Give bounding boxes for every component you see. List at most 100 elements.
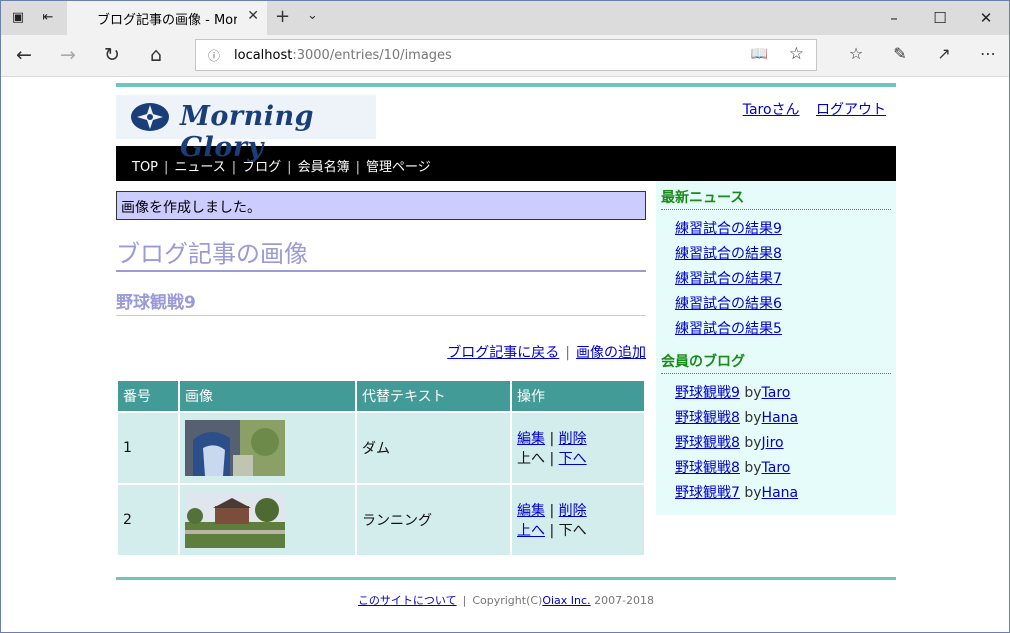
copyright-prefix: Copyright(C) <box>472 594 543 607</box>
list-item: 練習試合の結果9 <box>675 218 891 243</box>
maximize-icon[interactable]: ☐ <box>917 5 963 31</box>
table-header-row: 番号 画像 代替テキスト 操作 <box>116 379 646 413</box>
add-image-link[interactable]: 画像の追加 <box>576 345 646 361</box>
browser-toolbar: ← → ↻ ⌂ ⓘ localhost:3000/entries/10/imag… <box>1 35 1009 77</box>
edit-link[interactable]: 編集 <box>517 503 545 519</box>
close-tab-icon[interactable]: ✕ <box>247 8 259 24</box>
favorite-star-icon[interactable]: ☆ <box>789 44 804 64</box>
member-blogs-heading: 会員のブログ <box>661 351 891 374</box>
about-site-link[interactable]: このサイトについて <box>358 594 457 607</box>
home-icon[interactable]: ⌂ <box>143 44 169 66</box>
url-text[interactable]: localhost:3000/entries/10/images <box>234 48 452 63</box>
row-number: 1 <box>116 411 180 485</box>
actions-cell: 編集 | 削除 上へ | 下へ <box>510 411 646 485</box>
site-logo[interactable]: Morning Glory <box>116 95 376 163</box>
column-header-alt-text: 代替テキスト <box>355 379 512 413</box>
move-up-label: 上へ <box>517 451 545 467</box>
author-link[interactable]: Hana <box>762 485 799 501</box>
table-row: 1 ダム 編集 | 削除 上へ | 下へ <box>116 411 646 485</box>
blog-link[interactable]: 野球観戦9 <box>675 385 740 401</box>
blog-link[interactable]: 野球観戦8 <box>675 410 740 426</box>
actions-cell: 編集 | 削除 上へ | 下へ <box>510 483 646 557</box>
page-container: Morning Glory Taroさん ログアウト TOP | ニュース | ブログ |… <box>116 83 896 607</box>
account-link[interactable]: Taroさん <box>743 102 800 118</box>
browser-tab[interactable]: ブログ記事の画像 - Morn ✕ <box>67 1 267 35</box>
delete-link[interactable]: 削除 <box>559 503 587 519</box>
list-item: 野球観戦8 byTaro <box>675 460 791 476</box>
news-link[interactable]: 練習試合の結果9 <box>675 221 782 237</box>
user-links: Taroさん ログアウト <box>731 99 886 119</box>
image-cell <box>178 411 357 485</box>
list-item: 練習試合の結果5 <box>675 318 891 343</box>
main-content: 画像を作成しました。 ブログ記事の画像 野球観戦9 ブログ記事に戻る | 画像の追加… <box>116 181 646 557</box>
address-bar[interactable]: ⓘ localhost:3000/entries/10/images 📖 ☆ <box>195 39 817 71</box>
alt-text-cell: ランニング <box>355 483 512 557</box>
share-icon[interactable]: ↗ <box>931 44 957 63</box>
refresh-icon[interactable]: ↻ <box>99 44 125 66</box>
more-icon[interactable]: ⋯ <box>975 44 1001 63</box>
column-header-image: 画像 <box>178 379 357 413</box>
site-header: Morning Glory Taroさん ログアウト <box>116 87 896 163</box>
author-link[interactable]: Jiro <box>762 435 784 451</box>
move-down-link[interactable]: 下へ <box>559 451 587 467</box>
move-up-link[interactable]: 上へ <box>517 523 545 539</box>
news-link[interactable]: 練習試合の結果8 <box>675 246 782 262</box>
favorites-list-icon[interactable]: ☆ <box>843 44 869 63</box>
browser-tab-strip: ▣ ⇤ ブログ記事の画像 - Morn ✕ + ⌄ – ☐ ✕ <box>1 1 1009 35</box>
move-down-label: 下へ <box>558 523 587 539</box>
news-link[interactable]: 練習試合の結果6 <box>675 296 782 312</box>
blog-link[interactable]: 野球観戦8 <box>675 460 740 476</box>
tab-actions-icon[interactable]: ▣ <box>7 7 29 29</box>
blog-link[interactable]: 野球観戦7 <box>675 485 740 501</box>
row-number: 2 <box>116 483 180 557</box>
pen-icon[interactable]: ✎ <box>887 44 913 63</box>
news-list: 練習試合の結果9 練習試合の結果8 練習試合の結果7 練習試合の結果6 練習試合… <box>675 218 891 343</box>
column-header-actions: 操作 <box>510 379 646 413</box>
footer-accent-line <box>116 577 896 580</box>
page-actions: ブログ記事に戻る | 画像の追加 <box>447 345 646 361</box>
logo-text: Morning Glory <box>180 101 315 163</box>
sidebar: 最新ニュース 練習試合の結果9 練習試合の結果8 練習試合の結果7 練習試合の結… <box>656 181 896 515</box>
column-header-number: 番号 <box>116 379 180 413</box>
list-item: 練習試合の結果8 <box>675 243 891 268</box>
latest-news-heading: 最新ニュース <box>661 187 891 210</box>
morning-glory-flower-icon <box>131 103 169 131</box>
list-item: 野球観戦9 byTaro <box>675 385 791 401</box>
entry-title: 野球観戦9 <box>116 288 646 316</box>
author-link[interactable]: Taro <box>762 385 791 401</box>
delete-link[interactable]: 削除 <box>559 431 587 447</box>
author-link[interactable]: Hana <box>762 410 799 426</box>
site-footer: このサイトについて | Copyright(C)Oiax Inc. 2007-201… <box>116 577 896 608</box>
news-link[interactable]: 練習試合の結果5 <box>675 321 782 337</box>
edit-link[interactable]: 編集 <box>517 431 545 447</box>
new-tab-icon[interactable]: + <box>275 6 290 27</box>
close-window-icon[interactable]: ✕ <box>963 5 1009 31</box>
list-item: 野球観戦8 byHana <box>675 410 799 426</box>
site-info-icon[interactable]: ⓘ <box>208 47 220 64</box>
list-item: 練習試合の結果7 <box>675 268 891 293</box>
news-link[interactable]: 練習試合の結果7 <box>675 271 782 287</box>
logout-link[interactable]: ログアウト <box>816 102 886 118</box>
reading-view-icon[interactable]: 📖 <box>751 46 768 62</box>
images-table: 番号 画像 代替テキスト 操作 1 ダム 編集 | 削除 上へ | 下へ 2 ラ… <box>116 379 646 557</box>
back-to-entry-link[interactable]: ブログ記事に戻る <box>447 345 559 361</box>
image-cell <box>178 483 357 557</box>
set-aside-tabs-icon[interactable]: ⇤ <box>37 7 59 29</box>
author-link[interactable]: Taro <box>762 460 791 476</box>
alt-text-cell: ダム <box>355 411 512 485</box>
forward-icon[interactable]: → <box>55 44 81 66</box>
back-icon[interactable]: ← <box>11 44 37 66</box>
blog-link[interactable]: 野球観戦8 <box>675 435 740 451</box>
tab-title: ブログ記事の画像 - Morn <box>97 13 237 28</box>
list-item: 野球観戦8 byJiro <box>675 435 784 451</box>
flash-notice: 画像を作成しました。 <box>116 191 646 220</box>
menu-item-top[interactable]: TOP <box>132 160 158 175</box>
company-link[interactable]: Oiax Inc. <box>542 594 590 607</box>
page-title: ブログ記事の画像 <box>116 234 646 272</box>
minimize-icon[interactable]: – <box>871 5 917 31</box>
blog-list: 野球観戦9 byTaro 野球観戦8 byHana 野球観戦8 byJiro 野… <box>675 382 891 507</box>
list-item: 練習試合の結果6 <box>675 293 891 318</box>
running-thumbnail <box>185 492 285 548</box>
tab-list-chevron-icon[interactable]: ⌄ <box>307 8 318 23</box>
copyright-years: 2007-2018 <box>594 594 655 607</box>
